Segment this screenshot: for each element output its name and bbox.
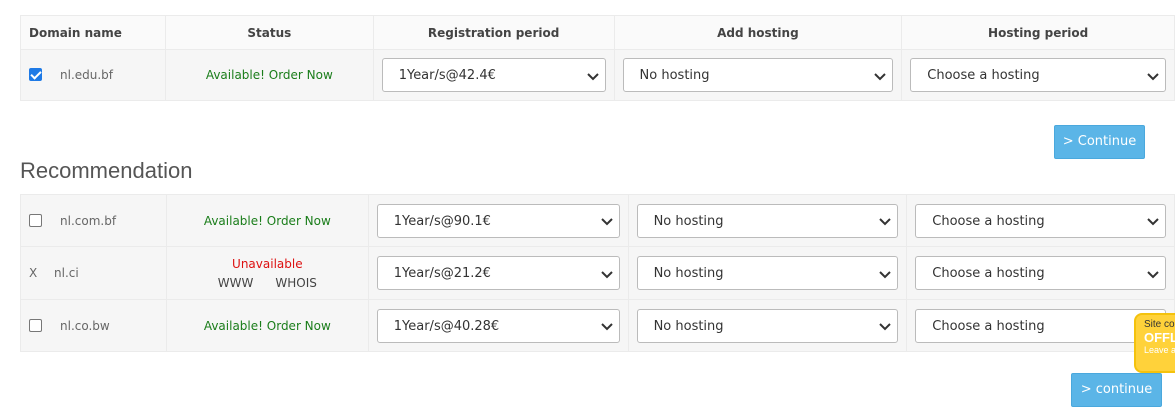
registration-period-value: 1Year/s@42.4€ <box>398 68 496 83</box>
chevron-down-icon <box>600 310 613 344</box>
recommendation-table: nl.com.bf Available! Order Now 1Year/s@9… <box>20 194 1175 352</box>
registration-period-value: 1Year/s@40.28€ <box>393 318 500 334</box>
chevron-down-icon <box>879 205 891 239</box>
domain-checkbox[interactable] <box>29 68 42 81</box>
registration-cell: 1Year/s@90.1€ <box>367 194 629 247</box>
domain-name: nl.co.bw <box>60 318 110 333</box>
status-available-link[interactable]: Available! Order Now <box>204 214 331 228</box>
registration-cell: 1Year/s@42.4€ <box>372 49 615 101</box>
hosting-period-value: Choose a hosting <box>927 68 1040 83</box>
chevron-down-icon <box>600 205 613 239</box>
hosting-cell: No hosting <box>627 246 908 300</box>
status-cell: Available! Order Now <box>164 49 374 101</box>
registration-period-value: 1Year/s@21.2€ <box>393 266 491 281</box>
hosting-period-select[interactable]: Choose a hosting <box>915 308 1166 343</box>
table-row: nl.co.bw Available! Order Now 1Year/s@40… <box>20 299 1175 352</box>
status-available-link[interactable]: Available! Order Now <box>206 68 333 82</box>
table-row: Xnl.ci Unavailable WWW WHOIS 1Year/s@21.2… <box>20 246 1175 300</box>
header-status: Status <box>164 15 374 50</box>
hosting-period-value: Choose a hosting <box>932 266 1045 281</box>
add-hosting-value: No hosting <box>653 213 724 229</box>
header-registration-period: Registration period <box>372 15 615 50</box>
hosting-period-cell: Choose a hosting <box>901 49 1175 101</box>
domain-checkbox[interactable] <box>29 318 42 332</box>
status-cell: Available! Order Now <box>165 299 369 352</box>
whois-link[interactable]: WHOIS <box>275 276 317 290</box>
hosting-cell: No hosting <box>613 49 903 101</box>
domain-cell: Xnl.ci <box>20 246 167 300</box>
add-hosting-select[interactable]: No hosting <box>622 58 894 93</box>
registration-period-select[interactable]: 1Year/s@42.4€ <box>381 58 606 93</box>
domain-name: nl.ci <box>54 266 79 280</box>
domain-name: nl.com.bf <box>60 213 117 228</box>
hosting-period-value: Choose a hosting <box>932 213 1045 229</box>
status-cell: Available! Order Now <box>165 194 369 247</box>
header-hosting-period: Hosting period <box>901 15 1175 50</box>
domain-links: WWW WHOIS <box>167 276 368 290</box>
add-hosting-select[interactable]: No hosting <box>636 308 899 344</box>
registration-cell: 1Year/s@21.2€ <box>367 246 629 300</box>
registration-period-select[interactable]: 1Year/s@40.28€ <box>376 308 620 344</box>
domain-name: nl.edu.bf <box>60 68 114 82</box>
hosting-period-cell: Choose a hosting <box>906 194 1175 247</box>
chat-badge-line3: Leave a <box>1144 345 1175 355</box>
chat-badge-line1: Site co <box>1144 319 1175 330</box>
domain-cell: nl.com.bf <box>20 194 167 247</box>
status-cell: Unavailable WWW WHOIS <box>165 246 369 300</box>
continue-button[interactable]: > Continue <box>1054 125 1145 159</box>
recommendation-title: Recommendation <box>20 158 193 183</box>
registration-cell: 1Year/s@40.28€ <box>367 299 629 352</box>
chevron-down-icon <box>1147 257 1159 291</box>
table-header-row: Domain name Status Registration period A… <box>20 15 1175 50</box>
hosting-period-value: Choose a hosting <box>932 318 1045 334</box>
domain-cell: nl.co.bw <box>20 299 167 352</box>
chat-offline-badge[interactable]: Site co OFFLI Leave a <box>1134 313 1175 373</box>
unavailable-mark: X <box>29 266 38 280</box>
add-hosting-value: No hosting <box>639 68 710 83</box>
chat-badge-line2: OFFLI <box>1144 330 1175 345</box>
www-link[interactable]: WWW <box>218 276 254 290</box>
hosting-cell: No hosting <box>627 299 908 352</box>
registration-period-select[interactable]: 1Year/s@21.2€ <box>376 256 620 291</box>
add-hosting-value: No hosting <box>653 318 724 334</box>
chevron-down-icon <box>874 59 886 93</box>
registration-period-select[interactable]: 1Year/s@90.1€ <box>376 203 620 239</box>
status-available-link[interactable]: Available! Order Now <box>204 319 331 333</box>
header-domain-name: Domain name <box>20 15 166 50</box>
registration-period-value: 1Year/s@90.1€ <box>393 213 491 229</box>
hosting-period-select[interactable]: Choose a hosting <box>915 256 1166 290</box>
table-row: nl.com.bf Available! Order Now 1Year/s@9… <box>20 194 1175 247</box>
chevron-down-icon <box>879 310 891 344</box>
chevron-down-icon <box>1147 59 1159 93</box>
domain-checkbox[interactable] <box>29 213 42 227</box>
add-hosting-value: No hosting <box>653 266 724 281</box>
continue-button-2[interactable]: > continue <box>1071 373 1162 407</box>
chevron-down-icon <box>600 257 613 291</box>
add-hosting-select[interactable]: No hosting <box>636 203 899 239</box>
hosting-period-select[interactable]: Choose a hosting <box>915 203 1166 239</box>
hosting-period-select[interactable]: Choose a hosting <box>910 58 1166 92</box>
domain-cell: nl.edu.bf <box>20 49 166 101</box>
chevron-down-icon <box>586 59 599 93</box>
domain-table: Domain name Status Registration period A… <box>20 15 1175 101</box>
table-row: nl.edu.bf Available! Order Now 1Year/s@4… <box>20 49 1175 101</box>
status-unavailable: Unavailable <box>232 256 303 271</box>
hosting-period-cell: Choose a hosting <box>906 246 1175 300</box>
header-add-hosting: Add hosting <box>613 15 903 50</box>
hosting-cell: No hosting <box>627 194 908 247</box>
chevron-down-icon <box>879 257 891 291</box>
chevron-down-icon <box>1147 205 1159 239</box>
add-hosting-select[interactable]: No hosting <box>636 256 899 291</box>
